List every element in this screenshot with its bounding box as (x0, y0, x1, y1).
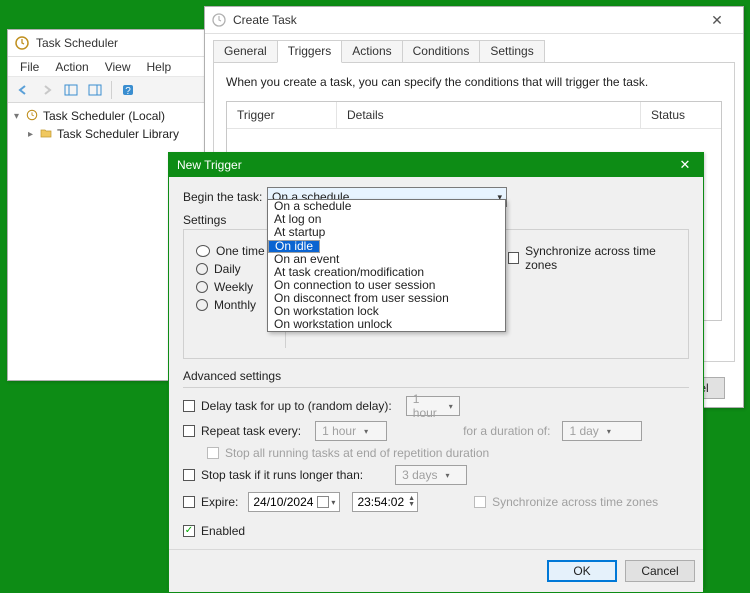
stopall-checkbox: Stop all running tasks at end of repetit… (207, 446, 689, 460)
panel2-icon[interactable] (84, 79, 106, 101)
svg-text:?: ? (125, 86, 131, 97)
window-title: Create Task (233, 13, 697, 27)
help-icon[interactable]: ? (117, 79, 139, 101)
option-on-ws-unlock[interactable]: On workstation unlock (268, 318, 505, 331)
col-details[interactable]: Details (337, 102, 641, 128)
duration-label: for a duration of: (463, 424, 550, 438)
chevron-down-icon: ▾ (445, 471, 449, 480)
chevron-down-icon: ▾ (607, 427, 611, 436)
forward-icon[interactable] (36, 79, 58, 101)
tabstrip: General Triggers Actions Conditions Sett… (205, 34, 743, 63)
ok-button[interactable]: OK (547, 560, 617, 582)
radio-icon (196, 299, 208, 311)
checkbox-icon (183, 496, 195, 508)
spinner-icon: ▲▼ (408, 496, 415, 508)
radio-daily[interactable]: Daily (196, 262, 277, 276)
radio-monthly[interactable]: Monthly (196, 298, 277, 312)
checkbox-icon (183, 425, 195, 437)
titlebar: Create Task ✕ (205, 7, 743, 34)
cancel-button[interactable]: Cancel (625, 560, 695, 582)
dialog-body: Begin the task: On a schedule ▾ Settings… (169, 177, 703, 549)
expire-date-field[interactable]: 24/10/2024 ▾ (248, 492, 340, 512)
repeat-select[interactable]: 1 hour▾ (315, 421, 387, 441)
expire-time-field[interactable]: 23:54:02 ▲▼ (352, 492, 418, 512)
chevron-down-icon: ▾ (331, 498, 335, 507)
radio-weekly[interactable]: Weekly (196, 280, 277, 294)
menu-help[interactable]: Help (139, 60, 180, 74)
triggers-description: When you create a task, you can specify … (226, 75, 722, 89)
tab-general[interactable]: General (213, 40, 278, 63)
col-status[interactable]: Status (641, 102, 721, 128)
sync-tz-label: Synchronize across time zones (525, 244, 676, 272)
checkbox-icon (183, 400, 195, 412)
stopif-select[interactable]: 3 days▾ (395, 465, 467, 485)
calendar-icon (317, 496, 329, 508)
advanced-label: Advanced settings (183, 369, 281, 383)
repeat-checkbox[interactable]: Repeat task every: 1 hour▾ for a duratio… (183, 421, 689, 441)
chevron-down-icon: ▾ (364, 427, 368, 436)
duration-select[interactable]: 1 day▾ (562, 421, 642, 441)
begin-task-label: Begin the task: (183, 190, 267, 204)
tab-actions[interactable]: Actions (341, 40, 402, 63)
sync-tz-checkbox[interactable]: Synchronize across time zones (508, 244, 676, 272)
expire-checkbox[interactable]: Expire: 24/10/2024 ▾ 23:54:02 ▲▼ Synchro… (183, 490, 689, 514)
settings-label: Settings (183, 213, 226, 227)
close-icon[interactable]: ✕ (697, 7, 737, 33)
checkbox-icon (207, 447, 219, 459)
dialog-footer: OK Cancel (169, 549, 703, 592)
clock-icon (211, 12, 227, 28)
panel-icon[interactable] (60, 79, 82, 101)
stopif-checkbox[interactable]: Stop task if it runs longer than: 3 days… (183, 465, 689, 485)
tab-triggers[interactable]: Triggers (277, 40, 343, 63)
menu-file[interactable]: File (12, 60, 47, 74)
delay-select[interactable]: 1 hour▾ (406, 396, 460, 416)
begin-task-dropdown-list[interactable]: On a schedule At log on At startup On id… (267, 199, 506, 332)
tree-child-label: Task Scheduler Library (57, 127, 179, 141)
clock-icon (26, 109, 40, 124)
clock-icon (14, 35, 30, 51)
menu-view[interactable]: View (97, 60, 139, 74)
menu-action[interactable]: Action (47, 60, 96, 74)
delay-checkbox[interactable]: Delay task for up to (random delay): 1 h… (183, 396, 689, 416)
expand-icon[interactable]: ▸ (28, 129, 40, 140)
grid-header: Trigger Details Status (227, 102, 721, 129)
chevron-down-icon: ▾ (449, 402, 453, 411)
radio-icon (196, 245, 210, 257)
collapse-icon[interactable]: ▾ (14, 111, 26, 122)
option-at-startup[interactable]: At startup (268, 226, 505, 239)
tree-root-label: Task Scheduler (Local) (43, 109, 165, 123)
checkbox-icon (183, 525, 195, 537)
tab-settings[interactable]: Settings (479, 40, 544, 63)
sync-tz2-checkbox: Synchronize across time zones (474, 495, 658, 509)
checkbox-icon (474, 496, 486, 508)
back-icon[interactable] (12, 79, 34, 101)
checkbox-icon (508, 252, 519, 264)
checkbox-icon (183, 469, 195, 481)
titlebar: New Trigger ✕ (169, 153, 703, 177)
new-trigger-dialog: New Trigger ✕ Begin the task: On a sched… (168, 152, 704, 588)
close-icon[interactable]: ✕ (675, 157, 695, 173)
col-trigger[interactable]: Trigger (227, 102, 337, 128)
folder-icon (40, 127, 54, 142)
dialog-title: New Trigger (177, 158, 675, 172)
radio-icon (196, 263, 208, 275)
tab-conditions[interactable]: Conditions (402, 40, 481, 63)
radio-icon (196, 281, 208, 293)
enabled-checkbox[interactable]: Enabled (183, 524, 689, 538)
radio-onetime[interactable]: One time (196, 244, 277, 258)
